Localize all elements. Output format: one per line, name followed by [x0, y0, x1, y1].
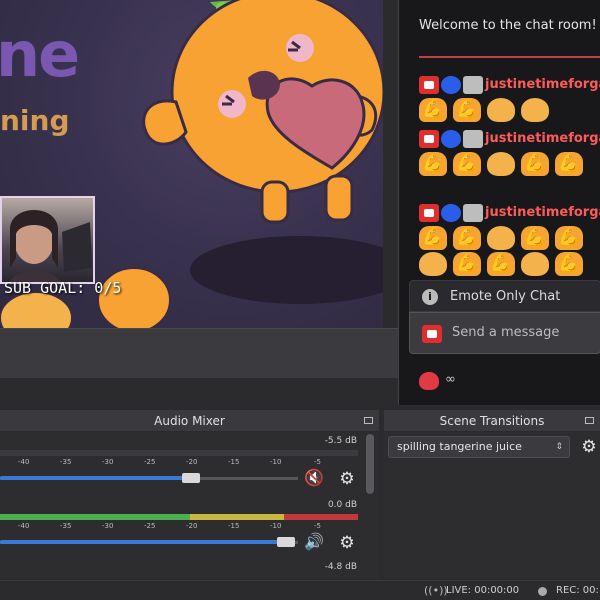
flex-emote-icon: [419, 226, 447, 250]
flex-emote-icon: [453, 98, 481, 122]
stream-preview-canvas[interactable]: ne ning SUB GOAL: 0/5: [0, 0, 383, 328]
speaker-icon[interactable]: 🔊: [304, 532, 328, 552]
broadcaster-badge-icon: [422, 325, 442, 343]
scene-transitions-title-text: Scene Transitions: [439, 414, 545, 428]
chat-username[interactable]: justinetimeforga: [485, 205, 600, 220]
emote-row: [419, 252, 583, 278]
updown-arrow-icon: ⇕: [555, 442, 563, 452]
gear-icon[interactable]: ⚙: [338, 534, 356, 552]
audio-mixer-title-text: Audio Mixer: [154, 414, 225, 428]
chat-message: justinetimeforga: [419, 204, 600, 276]
emote-row: [419, 152, 583, 178]
rec-timer: REC: 00:: [556, 585, 599, 596]
audio-mixer-scrollbar[interactable]: [366, 434, 374, 494]
preview-area: ne ning SUB GOAL: 0/5: [0, 0, 398, 405]
flex-emote-icon: [453, 252, 481, 276]
channel-3-db: -4.8 dB: [324, 562, 357, 572]
channel-1-volume-slider[interactable]: [182, 473, 200, 483]
channel-2-meter: [0, 514, 358, 520]
bits-count: ∞: [445, 372, 456, 387]
live-timer: LIVE: 00:00:00: [446, 585, 520, 596]
cat-emote-icon: [521, 252, 549, 276]
broadcaster-badge-icon: [419, 76, 439, 94]
flex-emote-icon: [555, 152, 583, 176]
speaker-muted-icon[interactable]: 🔇: [304, 468, 328, 488]
status-bar: ((•)) LIVE: 00:00:00 REC: 00:: [0, 580, 600, 600]
bits-icon[interactable]: [419, 372, 439, 390]
scene-transitions-body: spilling tangerine juice ⇕ ⚙: [384, 432, 600, 580]
user-badges: [419, 204, 483, 224]
obs-window: ne ning SUB GOAL: 0/5 Welcome to the cha…: [0, 0, 600, 600]
prime-badge-icon: [463, 76, 483, 94]
flex-emote-icon: [419, 98, 447, 122]
scene-transitions-title: Scene Transitions: [384, 410, 600, 432]
flex-emote-icon: [555, 252, 583, 276]
globe-badge-icon: [441, 130, 461, 148]
channel-1-db: -5.5 dB: [324, 436, 357, 446]
flex-emote-icon: [521, 226, 549, 250]
channel-1-volume-fill: [0, 476, 191, 480]
gear-icon[interactable]: ⚙: [338, 470, 356, 488]
cat-emote-icon: [419, 252, 447, 276]
transition-select-value: spilling tangerine juice: [397, 440, 522, 453]
emote-only-banner: i Emote Only Chat: [409, 280, 600, 312]
flex-emote-icon: [419, 152, 447, 176]
chat-input-placeholder: Send a message: [452, 325, 560, 340]
channel-2-ticks: -40 -35 -30 -25 -20 -15 -10 -5: [18, 522, 321, 530]
cat-emote-icon: [487, 152, 515, 176]
gear-icon[interactable]: ⚙: [580, 438, 598, 456]
cat-emote-icon: [487, 226, 515, 250]
user-badges: [419, 76, 483, 96]
prime-badge-icon: [463, 204, 483, 222]
chat-message-input[interactable]: Send a message: [409, 312, 600, 354]
undock-icon[interactable]: [585, 417, 594, 424]
record-dot-icon: [538, 587, 547, 596]
preview-footer-bar: [0, 328, 398, 378]
channel-tagline-text: ning: [0, 104, 70, 137]
cat-emote-icon: [521, 98, 549, 122]
audio-mixer-title: Audio Mixer: [0, 410, 379, 432]
flex-emote-icon: [487, 252, 515, 276]
chat-message: justinetimeforga: [419, 130, 600, 194]
info-icon: i: [422, 289, 438, 305]
flex-emote-icon: [521, 152, 549, 176]
webcam-person-image: [9, 210, 92, 282]
chat-username[interactable]: justinetimeforga: [485, 131, 600, 146]
emote-only-label: Emote Only Chat: [450, 289, 561, 304]
flex-emote-icon: [555, 226, 583, 250]
transition-select[interactable]: spilling tangerine juice ⇕: [388, 436, 570, 458]
globe-badge-icon: [441, 204, 461, 222]
chat-divider: [419, 56, 600, 58]
user-badges: [419, 130, 483, 150]
channel-2-volume-fill: [0, 540, 286, 544]
channel-1-ticks: -40 -35 -30 -25 -20 -15 -10 -5: [18, 458, 321, 466]
channel-name-text: ne: [0, 18, 80, 91]
emote-row: [419, 226, 583, 252]
broadcaster-badge-icon: [419, 130, 439, 148]
globe-badge-icon: [441, 76, 461, 94]
chat-username[interactable]: justinetimeforga: [485, 77, 600, 92]
chat-welcome-message: Welcome to the chat room!: [419, 18, 597, 33]
channel-2-db: 0.0 dB: [327, 500, 357, 510]
webcam-overlay: [0, 196, 95, 284]
audio-mixer-body: -5.5 dB -40 -35 -30 -25 -20 -15 -10 -5 🔇…: [0, 432, 379, 580]
broadcast-icon: ((•)): [424, 584, 448, 597]
prime-badge-icon: [463, 130, 483, 148]
channel-1-meter: [0, 450, 358, 456]
sub-goal-label: SUB GOAL: 0/5: [4, 279, 122, 297]
flex-emote-icon: [453, 152, 481, 176]
undock-icon[interactable]: [364, 417, 373, 424]
channel-2-volume-slider[interactable]: [277, 537, 295, 547]
flex-emote-icon: [453, 226, 481, 250]
emote-row: [419, 98, 549, 124]
broadcaster-badge-icon: [419, 204, 439, 222]
chat-panel: Welcome to the chat room! justinetimefor…: [398, 0, 600, 405]
cat-emote-icon: [487, 98, 515, 122]
